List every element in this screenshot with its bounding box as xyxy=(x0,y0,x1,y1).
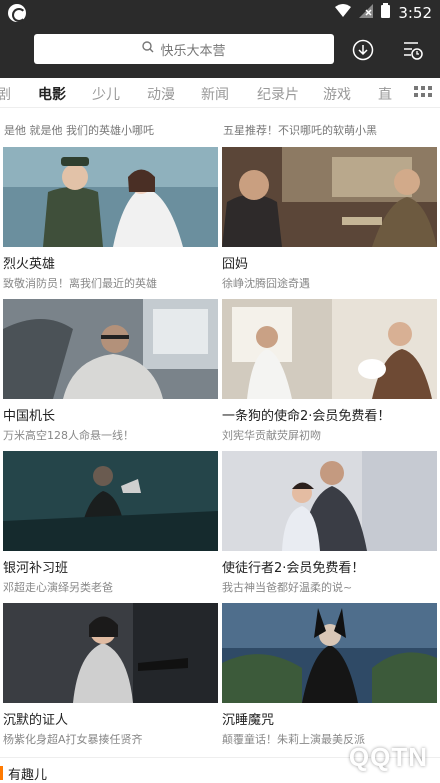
movie-card[interactable]: 沉默的证人 杨紫化身超A打女暴揍任贤齐 xyxy=(3,603,218,751)
search-icon xyxy=(142,41,154,57)
movie-poster[interactable] xyxy=(222,147,437,247)
tab-drama[interactable]: 剧 xyxy=(0,84,11,104)
movie-card[interactable]: 银河补习班 邓超走心演绎另类老爸 xyxy=(3,451,218,599)
search-input[interactable]: 快乐大本营 xyxy=(34,34,334,64)
movie-subtitle: 刘宪华贡献荧屏初吻 xyxy=(222,429,321,442)
movie-card[interactable]: 囧妈 徐峥沈腾囧途奇遇 xyxy=(222,147,437,295)
tab-kids[interactable]: 少儿 xyxy=(92,84,120,104)
history-button[interactable] xyxy=(402,39,424,61)
movie-poster[interactable] xyxy=(3,147,218,247)
movie-title: 烈火英雄 xyxy=(3,257,56,272)
movie-card[interactable]: 烈火英雄 致敬消防员！离我们最近的英雄 xyxy=(3,147,218,295)
tab-movie[interactable]: 电影 xyxy=(38,84,66,104)
movie-title: 中国机长 xyxy=(3,409,56,424)
movie-subtitle: 邓超走心演绎另类老爸 xyxy=(3,581,113,594)
grid-menu-icon[interactable] xyxy=(414,86,432,100)
tab-news[interactable]: 新闻 xyxy=(201,84,229,104)
movie-title: 银河补习班 xyxy=(3,561,69,576)
status-bar: 3:52 xyxy=(0,0,440,26)
movie-subtitle: 致敬消防员！离我们最近的英雄 xyxy=(3,277,157,290)
status-time: 3:52 xyxy=(398,3,432,22)
app-logo-icon xyxy=(8,4,26,22)
movie-title: 沉默的证人 xyxy=(3,713,69,728)
tab-documentary[interactable]: 纪录片 xyxy=(257,84,299,104)
top-header: 快乐大本营 xyxy=(0,26,440,78)
tab-anime[interactable]: 动漫 xyxy=(147,84,175,104)
movie-poster[interactable] xyxy=(3,603,218,703)
movie-poster[interactable] xyxy=(222,299,437,399)
tab-games[interactable]: 游戏 xyxy=(323,84,351,104)
search-placeholder: 快乐大本营 xyxy=(160,43,226,59)
movie-title: 沉睡魔咒 xyxy=(222,713,275,728)
history-icon xyxy=(404,42,423,60)
movie-poster[interactable] xyxy=(222,451,437,551)
movie-title: 囧妈 xyxy=(222,257,249,272)
movie-card[interactable]: 沉睡魔咒 颠覆童话！朱莉上演最美反派 xyxy=(222,603,437,751)
section-accent-bar xyxy=(0,766,3,780)
movie-subtitle: 徐峥沈腾囧途奇遇 xyxy=(222,277,310,290)
section-title: 有趣儿 xyxy=(8,768,48,783)
movie-poster[interactable] xyxy=(3,299,218,399)
movie-subtitle: 我古神当爸都好温柔的说~ xyxy=(222,581,353,594)
movie-poster[interactable] xyxy=(222,603,437,703)
battery-icon xyxy=(381,3,391,22)
movie-card[interactable]: 中国机长 万米高空128人命悬一线！ xyxy=(3,299,218,447)
watermark-logo: QQTN xyxy=(348,742,428,772)
tab-live[interactable]: 直 xyxy=(378,84,392,104)
category-tabs: 剧 电影 少儿 动漫 新闻 纪录片 游戏 直 xyxy=(0,78,440,108)
previous-row-captions: 是他 就是他 我们的英雄小哪吒 五星推荐！不识哪吒的软萌小黑 xyxy=(0,108,440,144)
caption-right: 五星推荐！不识哪吒的软萌小黑 xyxy=(223,124,377,137)
wifi-icon xyxy=(335,3,352,22)
movie-subtitle: 杨紫化身超A打女暴揍任贤齐 xyxy=(3,733,143,746)
movie-title: 一条狗的使命2·会员免费看！ xyxy=(222,409,391,424)
download-icon xyxy=(352,39,374,61)
download-button[interactable] xyxy=(352,39,374,61)
movie-poster[interactable] xyxy=(3,451,218,551)
movie-card[interactable]: 使徒行者2·会员免费看！ 我古神当爸都好温柔的说~ xyxy=(222,451,437,599)
no-signal-icon xyxy=(359,3,374,22)
movie-card[interactable]: 一条狗的使命2·会员免费看！ 刘宪华贡献荧屏初吻 xyxy=(222,299,437,447)
movie-subtitle: 万米高空128人命悬一线！ xyxy=(3,429,134,442)
movie-title: 使徒行者2·会员免费看！ xyxy=(222,561,365,576)
movie-subtitle: 颠覆童话！朱莉上演最美反派 xyxy=(222,733,365,746)
caption-left: 是他 就是他 我们的英雄小哪吒 xyxy=(4,124,154,137)
